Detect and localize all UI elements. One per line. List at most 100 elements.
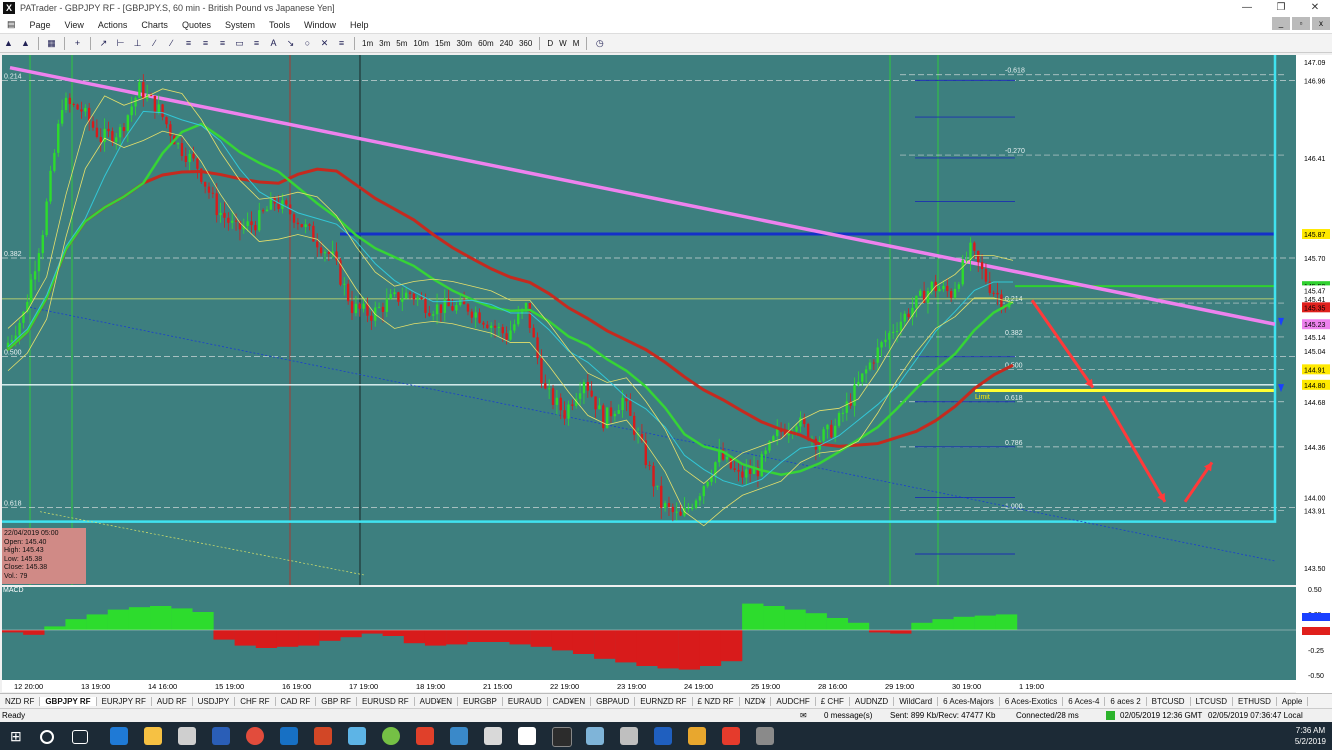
channel-icon[interactable]: ∕ [165,37,178,50]
ellipse-icon[interactable]: ○ [301,37,314,50]
doc-tab-27[interactable]: ETHUSD [1233,697,1277,706]
doc-tab-16[interactable]: NZD¥ [740,697,772,706]
maximize-icon[interactable]: ❐ [1264,0,1298,16]
doc-tab-22[interactable]: 6 Aces-Exotics [1000,697,1064,706]
menu-item-actions[interactable]: Actions [91,20,135,30]
delete-drawing-icon[interactable]: ✕ [318,37,331,50]
doc-tab-3[interactable]: AUD RF [152,697,193,706]
doc-tab-5[interactable]: CHF RF [235,697,276,706]
doc-tab-13[interactable]: GBPAUD [591,697,636,706]
doc-tab-19[interactable]: AUDNZD [850,697,895,706]
trendline-icon[interactable]: ∕ [148,37,161,50]
doc-tab-2[interactable]: EURJPY RF [97,697,152,706]
timeframe-15m[interactable]: 15m [435,39,451,48]
mdi-minimize-icon[interactable]: _ [1272,17,1290,30]
timeframe-240[interactable]: 240 [500,39,513,48]
app-icon-dark[interactable] [552,727,572,747]
menu-item-tools[interactable]: Tools [262,20,297,30]
doc-tab-14[interactable]: EURNZD RF [635,697,693,706]
app-icon-blue[interactable] [348,727,366,745]
doc-tab-17[interactable]: AUDCHF [771,697,816,706]
doc-tab-1[interactable]: GBPJPY RF [40,697,97,706]
app-icon-green[interactable] [382,727,400,745]
edge-icon[interactable] [110,727,128,745]
text-icon[interactable]: A [267,37,280,50]
timeframe-daily[interactable]: D [547,39,553,48]
timeframe-monthly[interactable]: M [573,39,580,48]
app-icon-doc[interactable] [620,727,638,745]
app-icon-chat[interactable] [450,727,468,745]
chrome-icon[interactable] [246,727,264,745]
menu-item-system[interactable]: System [218,20,262,30]
arrow-tool-icon[interactable]: ↘ [284,37,297,50]
minimize-icon[interactable]: — [1230,0,1264,16]
windows-start-icon[interactable]: ⊞ [10,727,28,745]
levels-icon[interactable]: ≡ [335,37,348,50]
menu-item-help[interactable]: Help [343,20,376,30]
app-icon-orange[interactable] [688,727,706,745]
chart-icon[interactable]: ▦ [45,37,58,50]
doc-tab-8[interactable]: EURUSD RF [357,697,415,706]
chart-area[interactable]: 0.214 0.382 0.500 0.618 -0.618 -0.270 0.214 0.3… [0,52,1332,693]
timeframe-30m[interactable]: 30m [457,39,473,48]
app-icon-light[interactable] [586,727,604,745]
doc-tab-7[interactable]: GBP RF [316,697,357,706]
fib-ext-icon[interactable]: ≡ [199,37,212,50]
app-icon-blue2[interactable] [654,727,672,745]
mdi-restore-icon[interactable]: ▫ [1292,17,1310,30]
doc-tab-6[interactable]: CAD RF [276,697,317,706]
patrader-taskbar-icon[interactable] [756,727,774,745]
doc-tab-12[interactable]: CAD¥EN [548,697,592,706]
doc-tab-0[interactable]: NZD RF [0,697,41,706]
doc-tab-15[interactable]: £ NZD RF [693,697,740,706]
timeframe-1m[interactable]: 1m [362,39,373,48]
store-icon[interactable] [178,727,196,745]
app-icon-grey[interactable] [484,727,502,745]
timeframe-weekly[interactable]: W [559,39,567,48]
doc-tab-9[interactable]: AUD¥EN [415,697,459,706]
fibonacci-icon[interactable]: ≡ [182,37,195,50]
doc-tab-28[interactable]: Apple [1277,697,1309,706]
doc-tab-21[interactable]: 6 Aces-Majors [938,697,1000,706]
timeframe-360[interactable]: 360 [519,39,532,48]
network-icon[interactable]: ▲ [2,37,15,50]
timeframe-5m[interactable]: 5m [396,39,407,48]
page-icon[interactable]: ▤ [0,19,23,30]
fib-fan-icon[interactable]: ≡ [216,37,229,50]
close-icon[interactable]: ✕ [1298,0,1332,16]
crosshair-icon[interactable]: + [71,37,84,50]
menu-item-page[interactable]: Page [23,20,58,30]
timeframe-3m[interactable]: 3m [379,39,390,48]
gann-icon[interactable]: ≡ [250,37,263,50]
timeframe-10m[interactable]: 10m [413,39,429,48]
doc-tab-10[interactable]: EURGBP [458,697,503,706]
timeframe-60m[interactable]: 60m [478,39,494,48]
calculator-icon[interactable] [518,727,536,745]
doc-tab-4[interactable]: USDJPY [193,697,236,706]
doc-tab-23[interactable]: 6 Aces-4 [1063,697,1106,706]
doc-tab-26[interactable]: LTCUSD [1191,697,1233,706]
app-icon-red[interactable] [416,727,434,745]
price-chart[interactable]: 0.214 0.382 0.500 0.618 -0.618 -0.270 0.214 0.3… [0,52,1332,693]
task-view-icon[interactable] [72,730,88,744]
mdi-close-icon[interactable]: x [1312,17,1330,30]
word-icon[interactable] [212,727,230,745]
menu-item-view[interactable]: View [58,20,91,30]
clock-icon[interactable]: ◷ [593,37,606,50]
alert-icon[interactable]: ▲ [19,37,32,50]
outlook-icon[interactable] [280,727,298,745]
doc-tab-25[interactable]: BTCUSD [1147,697,1191,706]
menu-item-quotes[interactable]: Quotes [175,20,218,30]
app-icon-s[interactable] [722,727,740,745]
menu-item-charts[interactable]: Charts [134,20,175,30]
file-explorer-icon[interactable] [144,727,162,745]
menu-item-window[interactable]: Window [297,20,343,30]
doc-tab-18[interactable]: £ CHF [816,697,850,706]
vline-icon[interactable]: ⊥ [131,37,144,50]
search-icon[interactable] [40,730,54,744]
rectangle-icon[interactable]: ▭ [233,37,246,50]
hline-icon[interactable]: ⊢ [114,37,127,50]
cursor-icon[interactable]: ↗ [97,37,110,50]
doc-tab-24[interactable]: 6 aces 2 [1105,697,1147,706]
powerpoint-icon[interactable] [314,727,332,745]
